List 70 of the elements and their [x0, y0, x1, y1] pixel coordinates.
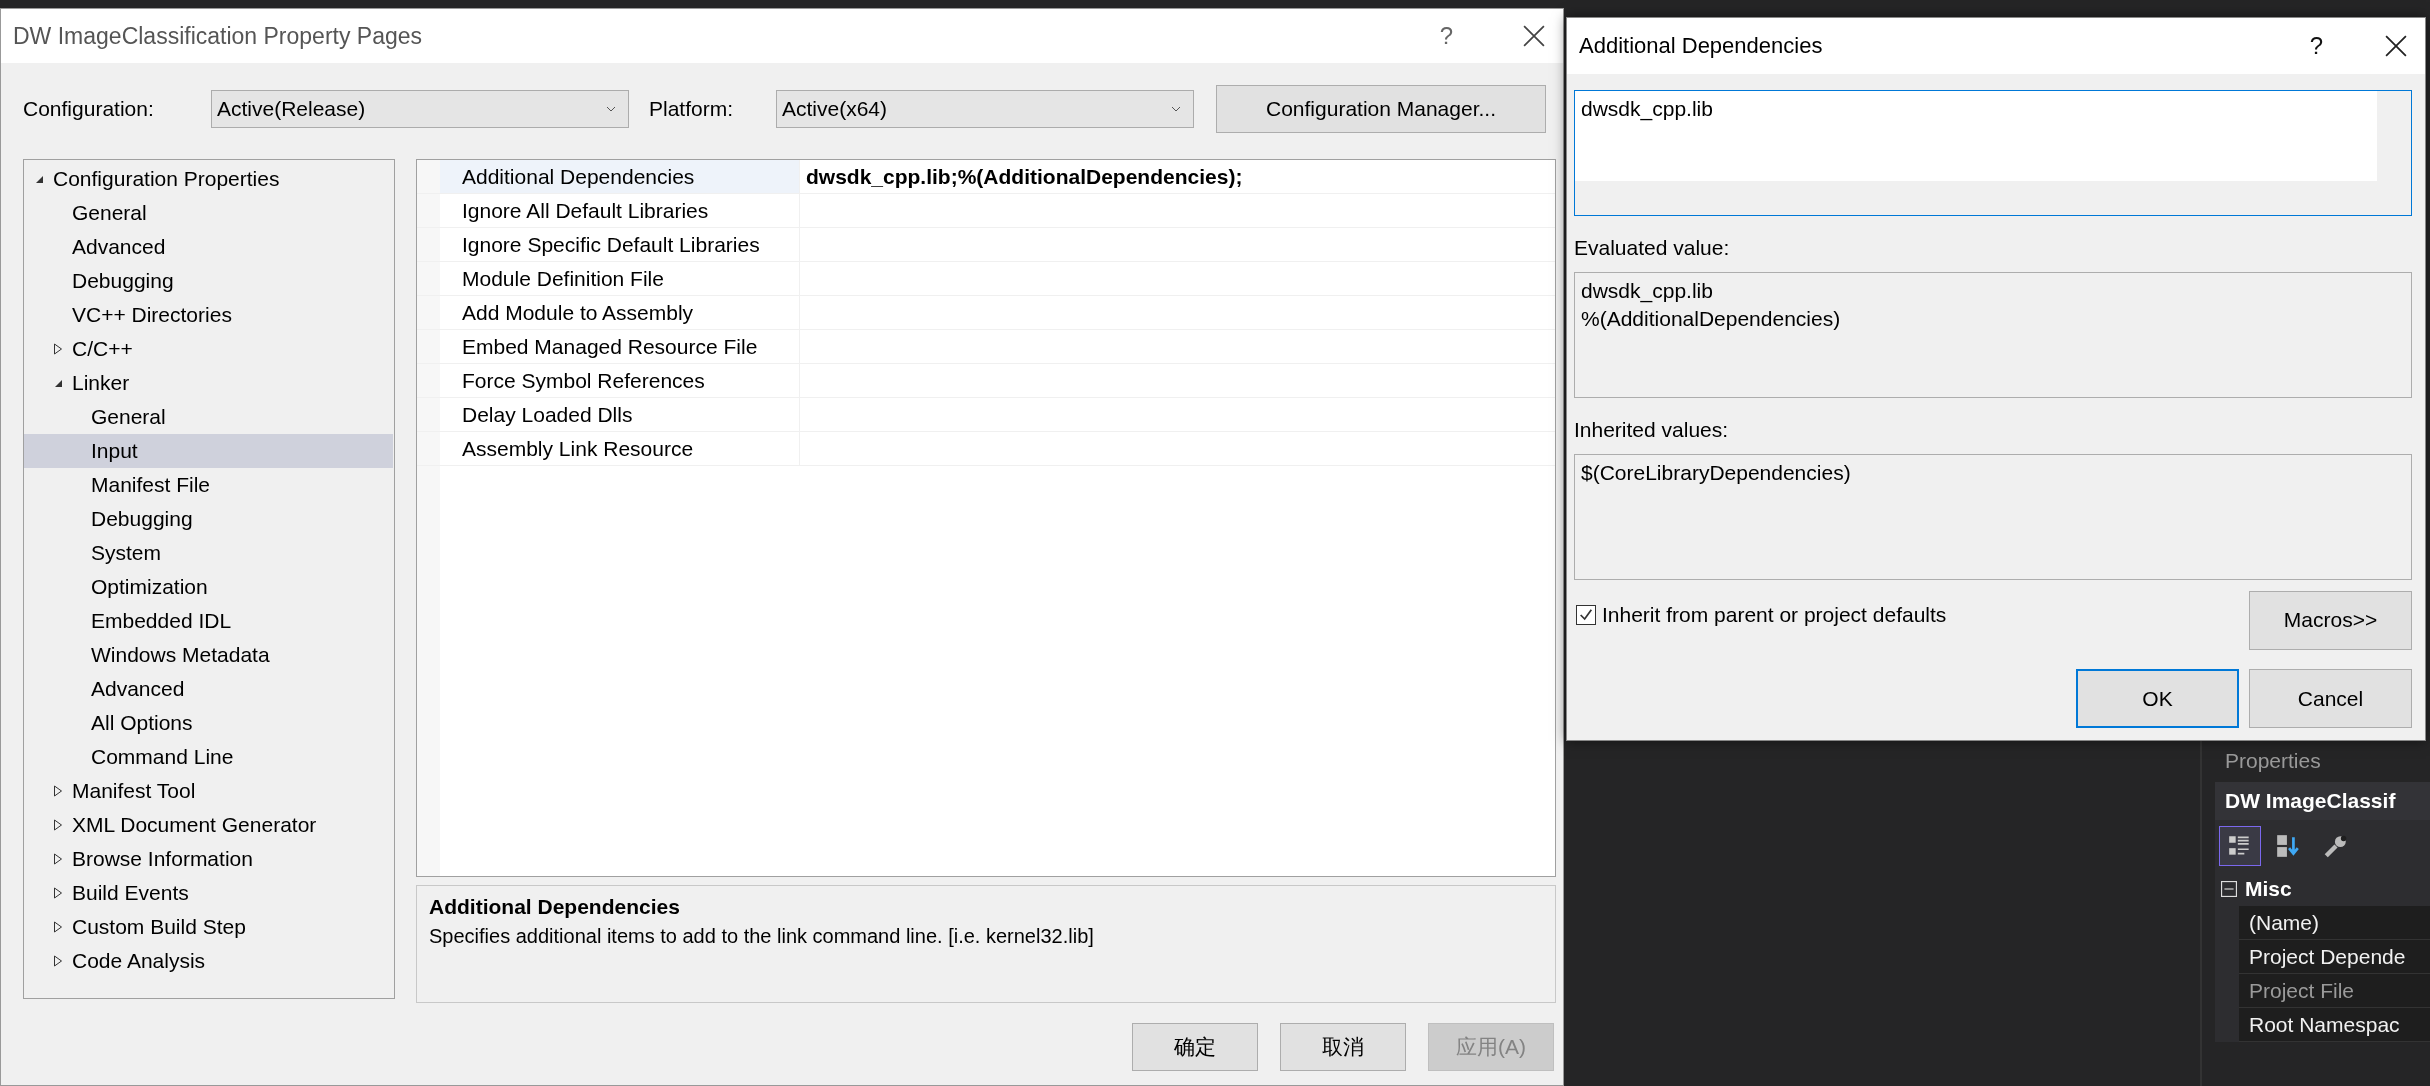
property-name[interactable]: Force Symbol References [440, 364, 800, 397]
tree-item[interactable]: Manifest Tool [24, 774, 393, 808]
chevron-icon [606, 106, 616, 112]
tree-item[interactable]: Manifest File [24, 468, 393, 502]
close-icon[interactable] [1523, 25, 1545, 47]
tree-item[interactable]: C/C++ [24, 332, 393, 366]
object-name: DW ImageClassif [2215, 782, 2430, 820]
tree-item[interactable]: All Options [24, 706, 393, 740]
tree-item[interactable]: VC++ Directories [24, 298, 393, 332]
property-name[interactable]: Delay Loaded Dlls [440, 398, 800, 431]
property-name[interactable]: Embed Managed Resource File [440, 330, 800, 363]
collapse-icon[interactable] [2221, 881, 2237, 897]
evaluated-label: Evaluated value: [1574, 235, 1731, 261]
property-name[interactable]: Root Namespac [2239, 1008, 2430, 1042]
property-name[interactable]: Ignore Specific Default Libraries [440, 228, 800, 261]
tree-item[interactable]: Advanced [24, 672, 393, 706]
configuration-label: Configuration: [23, 97, 155, 121]
dialog-button[interactable]: 取消 [1280, 1023, 1406, 1071]
tree-item[interactable]: Input [24, 434, 393, 468]
property-name[interactable]: (Name) [2239, 906, 2430, 940]
close-icon[interactable] [2385, 35, 2407, 57]
configuration-manager-button[interactable]: Configuration Manager... [1216, 85, 1546, 133]
description-text: Specifies additional items to add to the link command line. [i.e. kernel32.lib] [429, 924, 1095, 949]
tree-item[interactable]: Windows Metadata [24, 638, 393, 672]
tree-item[interactable]: Browse Information [24, 842, 393, 876]
panel-title: Properties [2224, 748, 2322, 774]
tree-item[interactable]: General [24, 400, 393, 434]
property-name[interactable]: Assembly Link Resource [440, 432, 800, 465]
categorized-icon[interactable] [2219, 826, 2261, 866]
evaluated-line: dwsdk_cpp.lib [1581, 278, 1714, 305]
inherited-label: Inherited values: [1574, 417, 1730, 443]
tree-item[interactable]: Configuration Properties [24, 162, 393, 196]
value-field[interactable]: dwsdk_cpp.lib [1574, 90, 2412, 216]
tree-item[interactable]: Custom Build Step [24, 910, 393, 944]
tree-item[interactable]: Optimization [24, 570, 393, 604]
property-value[interactable]: dwsdk_cpp.lib;%(AdditionalDependencies); [800, 160, 1555, 193]
tree-item[interactable]: Command Line [24, 740, 393, 774]
inherit-checkbox[interactable] [1576, 605, 1596, 625]
tree-item[interactable]: Debugging [24, 264, 393, 298]
window-title: DW ImageClassification Property Pages [13, 22, 424, 50]
tree-item[interactable]: Debugging [24, 502, 393, 536]
help-button[interactable]: ? [2309, 32, 2323, 60]
inherited-line: $(CoreLibraryDependencies) [1581, 460, 1852, 486]
tree-item[interactable]: General [24, 196, 393, 230]
help-button[interactable]: ? [1439, 22, 1453, 50]
evaluated-line: %(AdditionalDependencies) [1581, 306, 1842, 332]
ok-button[interactable]: OK [2076, 669, 2239, 728]
property-name[interactable]: Add Module to Assembly [440, 296, 800, 329]
macros-button[interactable]: Macros>> [2249, 590, 2412, 650]
dialog-title: Additional Dependencies [1579, 33, 1824, 59]
property-name[interactable]: Additional Dependencies [440, 160, 800, 193]
group-name: Misc [2245, 877, 2292, 901]
cancel-button[interactable]: Cancel [2249, 669, 2412, 728]
tree-item[interactable]: System [24, 536, 393, 570]
chevron-icon [1171, 106, 1181, 112]
property-name[interactable]: Project Depende [2239, 940, 2430, 974]
tree-item[interactable]: XML Document Generator [24, 808, 393, 842]
platform-dropdown[interactable]: Active(x64) [776, 90, 1194, 128]
property-name[interactable]: Module Definition File [440, 262, 800, 295]
configuration-dropdown[interactable]: Active(Release) [211, 90, 629, 128]
tree-item[interactable]: Code Analysis [24, 944, 393, 978]
platform-label: Platform: [649, 97, 735, 121]
inherit-label[interactable]: Inherit from parent or project defaults [1602, 603, 2249, 627]
tree-item[interactable]: Embedded IDL [24, 604, 393, 638]
description-title: Additional Dependencies [429, 894, 681, 920]
tree-item[interactable]: Build Events [24, 876, 393, 910]
tree-item[interactable]: Linker [24, 366, 393, 400]
tree-item[interactable]: Advanced [24, 230, 393, 264]
dialog-button[interactable]: 确定 [1132, 1023, 1258, 1071]
property-name[interactable]: Ignore All Default Libraries [440, 194, 800, 227]
